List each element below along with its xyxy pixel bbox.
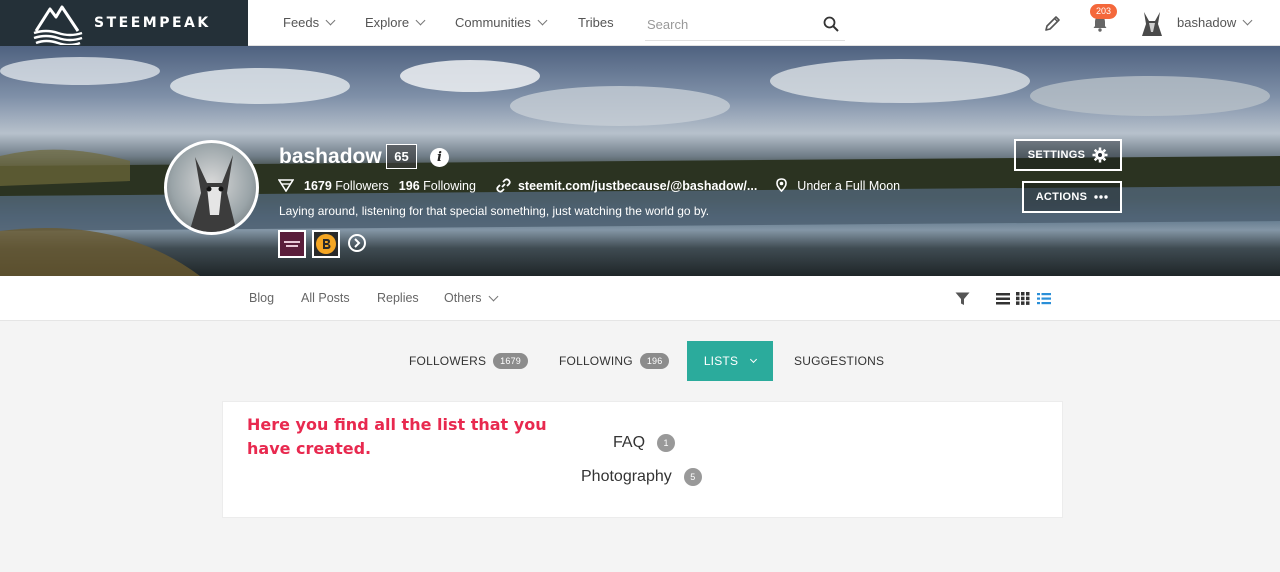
chevron-down-icon <box>488 291 498 301</box>
settings-button[interactable]: SETTINGS <box>1014 139 1122 171</box>
nav-communities-label: Communities <box>455 15 531 30</box>
profile-link[interactable]: steemit.com/justbecause/@bashadow/... <box>518 179 757 193</box>
following-label[interactable]: Following <box>423 179 476 193</box>
subnav-others[interactable]: Others <box>444 291 498 305</box>
nav-tribes[interactable]: Tribes <box>578 15 614 30</box>
steempeak-badge-icon[interactable] <box>278 230 306 258</box>
actions-button[interactable]: ACTIONS <box>1022 181 1122 213</box>
tab-followers-label: FOLLOWERS <box>409 354 487 368</box>
reputation-badge: 65 <box>386 144 417 169</box>
search-box <box>645 8 845 41</box>
annotation-text: Here you find all the list that you have… <box>247 415 547 458</box>
list-item[interactable]: Photography 5 <box>581 468 702 486</box>
chevron-down-icon <box>537 15 548 26</box>
search-input[interactable] <box>645 8 815 40</box>
list-count-badge: 5 <box>683 468 702 486</box>
subnav-all-posts[interactable]: All Posts <box>301 291 350 305</box>
chevron-down-icon <box>750 355 758 363</box>
subnav-blog[interactable]: Blog <box>249 291 274 305</box>
tab-following-label: FOLLOWING <box>559 354 633 368</box>
grid-view-icon[interactable] <box>1016 292 1030 305</box>
nav-feeds[interactable]: Feeds <box>283 15 336 30</box>
profile-cover: bashadow 65 i 1679 Followers 196 Followi… <box>0 46 1280 276</box>
tab-followers[interactable]: FOLLOWERS 1679 <box>409 341 528 381</box>
brand-logo[interactable]: STEEMPEAK <box>0 0 248 46</box>
tab-lists[interactable]: LISTS <box>687 341 773 381</box>
tab-suggestions-label: SUGGESTIONS <box>794 354 885 368</box>
settings-label: SETTINGS <box>1027 149 1086 161</box>
profile-location: Under a Full Moon <box>797 178 901 193</box>
chevron-down-icon <box>1242 15 1253 26</box>
bitcoin-badge-icon[interactable] <box>312 230 340 258</box>
more-badges-icon[interactable] <box>348 234 366 252</box>
search-icon[interactable] <box>823 16 839 32</box>
subnav-others-label: Others <box>444 291 482 305</box>
nav-explore[interactable]: Explore <box>365 15 426 30</box>
pencil-icon[interactable] <box>1043 13 1063 33</box>
filter-icon[interactable] <box>955 292 970 306</box>
gear-icon <box>1092 147 1108 163</box>
followers-icon <box>278 179 294 192</box>
list-item[interactable]: FAQ 1 <box>613 434 676 452</box>
chevron-down-icon <box>325 15 336 26</box>
tab-lists-label: LISTS <box>703 354 739 368</box>
list-view-icon[interactable] <box>996 292 1010 305</box>
nav-communities[interactable]: Communities <box>455 15 548 30</box>
nav-tribes-label: Tribes <box>578 15 614 30</box>
profile-bio: Laying around, listening for that specia… <box>279 204 710 218</box>
more-dots-icon <box>1094 195 1108 199</box>
profile-name: bashadow <box>279 145 382 168</box>
brand-name: STEEMPEAK <box>94 15 211 31</box>
following-count[interactable]: 196 <box>399 179 420 193</box>
subnav-replies[interactable]: Replies <box>377 291 419 305</box>
user-avatar[interactable] <box>1140 10 1164 38</box>
following-count-badge: 196 <box>639 353 670 369</box>
username-label: bashadow <box>1177 15 1237 30</box>
compact-list-view-icon[interactable] <box>1037 292 1051 305</box>
notification-badge[interactable]: 203 <box>1090 4 1118 19</box>
nav-explore-label: Explore <box>365 15 410 30</box>
list-name: FAQ <box>613 434 646 451</box>
chevron-down-icon <box>415 15 426 26</box>
profile-subnav: Blog All Posts Replies Others <box>0 276 1280 321</box>
user-menu[interactable]: bashadow <box>1177 15 1253 30</box>
list-name: Photography <box>581 468 672 485</box>
list-count-badge: 1 <box>657 434 676 452</box>
followers-label[interactable]: Followers <box>335 179 389 193</box>
actions-label: ACTIONS <box>1035 191 1088 203</box>
profile-stats: 1679 Followers 196 Following steemit.com… <box>278 178 900 193</box>
location-icon <box>776 178 788 193</box>
top-navbar: STEEMPEAK Feeds Explore Communities Trib… <box>0 0 1280 46</box>
nav-feeds-label: Feeds <box>283 15 320 30</box>
link-icon <box>496 178 511 193</box>
profile-avatar[interactable] <box>164 140 259 235</box>
followers-count-badge: 1679 <box>493 353 528 369</box>
tab-following[interactable]: FOLLOWING 196 <box>559 341 670 381</box>
followers-count[interactable]: 1679 <box>304 179 332 193</box>
mountain-logo-icon <box>33 5 83 45</box>
tab-suggestions[interactable]: SUGGESTIONS <box>794 341 884 381</box>
info-icon[interactable]: i <box>430 148 449 167</box>
